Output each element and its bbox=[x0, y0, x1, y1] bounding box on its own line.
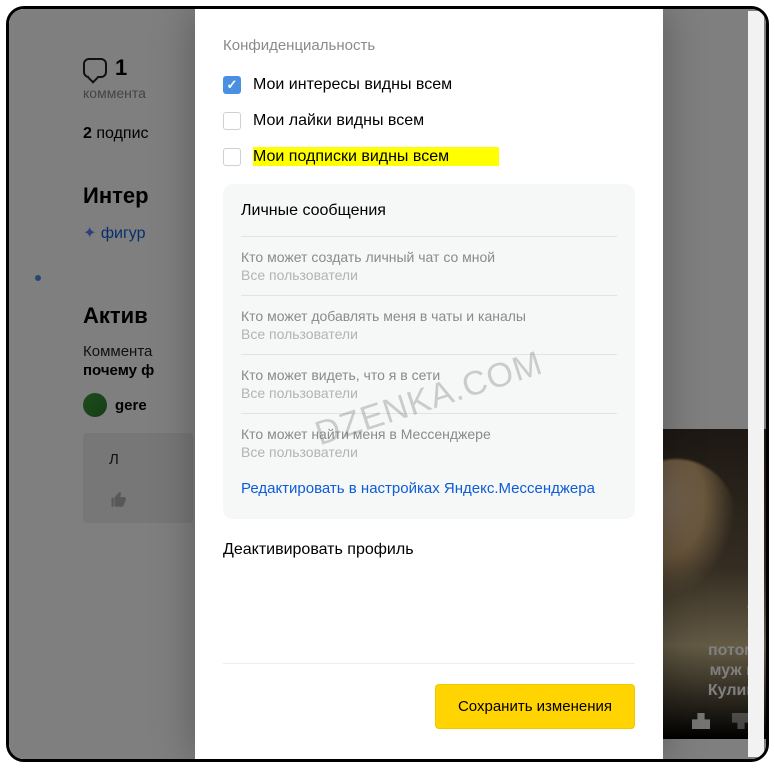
save-button[interactable]: Сохранить изменения bbox=[435, 684, 635, 729]
card-heading: Личные сообщения bbox=[241, 202, 617, 220]
checkbox-row-likes[interactable]: Мои лайки видны всем bbox=[223, 112, 635, 130]
scrollbar-track[interactable] bbox=[748, 11, 764, 757]
option-question: Кто может видеть, что я в сети bbox=[241, 367, 617, 383]
option-add-to-chats[interactable]: Кто может добавлять меня в чаты и каналы… bbox=[241, 295, 617, 354]
option-value: Все пользователи bbox=[241, 444, 617, 460]
checkbox-row-subscriptions[interactable]: Мои подписки видны всем bbox=[223, 148, 635, 166]
settings-modal: Конфиденциальность Мои интересы видны вс… bbox=[195, 9, 663, 759]
option-question: Кто может найти меня в Мессенджере bbox=[241, 426, 617, 442]
privacy-section-heading: Конфиденциальность bbox=[223, 37, 635, 54]
checkbox-label: Мои лайки видны всем bbox=[253, 112, 424, 130]
option-value: Все пользователи bbox=[241, 326, 617, 342]
option-value: Все пользователи bbox=[241, 267, 617, 283]
option-online-status[interactable]: Кто может видеть, что я в сети Все польз… bbox=[241, 354, 617, 413]
private-messages-card: Личные сообщения Кто может создать личны… bbox=[223, 184, 635, 519]
checkbox-interests[interactable] bbox=[223, 76, 241, 94]
option-value: Все пользователи bbox=[241, 385, 617, 401]
option-create-chat[interactable]: Кто может создать личный чат со мной Все… bbox=[241, 236, 617, 295]
checkbox-subscriptions[interactable] bbox=[223, 148, 241, 166]
option-find-me[interactable]: Кто может найти меня в Мессенджере Все п… bbox=[241, 413, 617, 472]
edit-messenger-settings-link[interactable]: Редактировать в настройках Яндекс.Мессен… bbox=[241, 478, 617, 499]
option-question: Кто может создать личный чат со мной bbox=[241, 249, 617, 265]
deactivate-profile-link[interactable]: Деактивировать профиль bbox=[223, 541, 635, 559]
checkbox-label: Мои подписки видны всем bbox=[253, 148, 499, 166]
checkbox-likes[interactable] bbox=[223, 112, 241, 130]
option-question: Кто может добавлять меня в чаты и каналы bbox=[241, 308, 617, 324]
checkbox-row-interests[interactable]: Мои интересы видны всем bbox=[223, 76, 635, 94]
checkbox-label: Мои интересы видны всем bbox=[253, 76, 452, 94]
